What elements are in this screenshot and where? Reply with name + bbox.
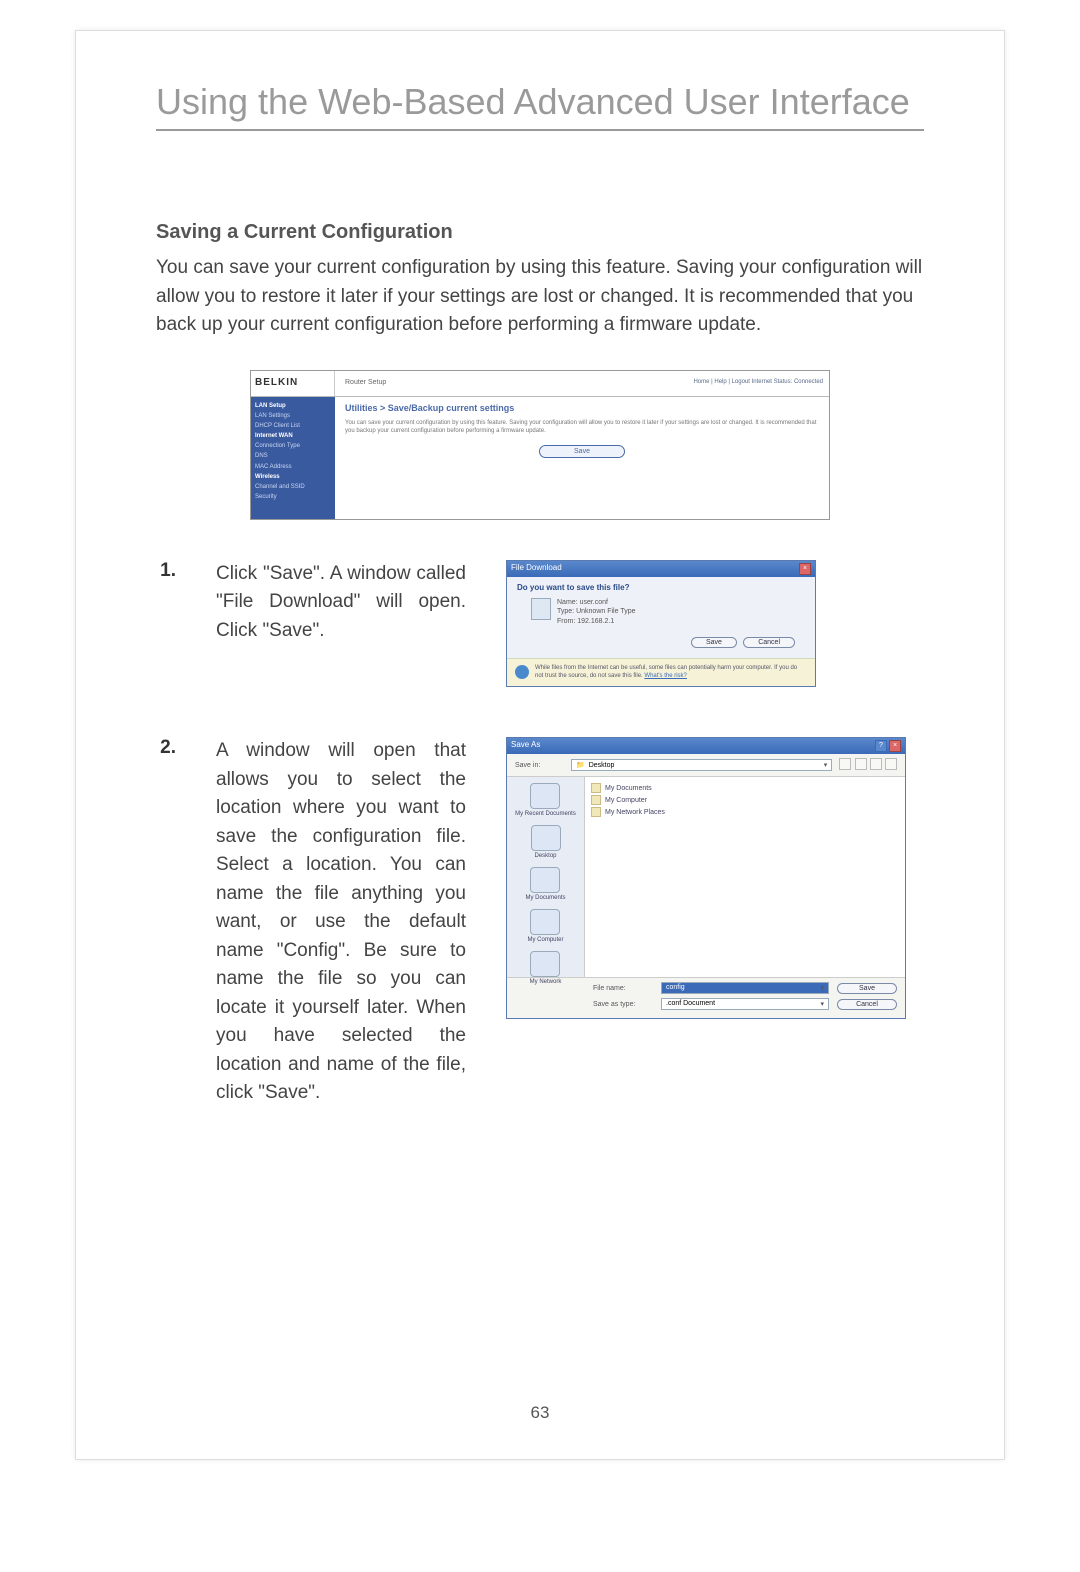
computer-icon [530,909,560,935]
cancel-button[interactable]: Cancel [837,999,897,1010]
place-recent[interactable]: My Recent Documents [515,783,576,817]
file-name-label: Name: [557,599,578,606]
sidebar-item[interactable]: Wireless [255,472,331,482]
folder-icon: 📁 [576,761,585,769]
folder-icon [530,867,560,893]
dialog-title: File Download [511,563,562,575]
intro-paragraph: You can save your current configuration … [156,254,924,340]
help-icon[interactable]: ? [875,740,887,752]
page-number: 63 [76,1403,1004,1423]
sidebar-item[interactable]: MAC Address [255,462,331,472]
page-title-banner: Using the Web-Based Advanced User Interf… [156,81,924,131]
sidebar-item[interactable]: Connection Type [255,441,331,451]
save-button[interactable]: Save [837,983,897,994]
savetype-label: Save as type: [593,1001,653,1008]
views-icon[interactable] [885,758,897,770]
dialog-warning-link[interactable]: What's the risk? [644,673,687,679]
brand-logo: BELKIN [251,371,335,396]
list-item[interactable]: My Network Places [591,807,899,817]
folder-icon [530,783,560,809]
file-download-dialog: File Download × Do you want to save this… [506,560,816,688]
filename-label: File name: [593,985,653,992]
close-icon[interactable]: × [799,563,811,575]
router-page-desc: You can save your current configuration … [345,419,819,436]
file-name-value: user.conf [580,599,608,606]
place-network[interactable]: My Network [530,951,562,985]
file-type-value: Unknown File Type [576,608,635,615]
router-header-center: Router Setup [335,371,687,396]
sidebar-item[interactable]: LAN Settings [255,411,331,421]
computer-icon [591,795,601,805]
sidebar-item[interactable]: DHCP Client List [255,421,331,431]
info-icon [515,665,529,679]
dialog-question: Do you want to save this file? [517,583,805,592]
network-icon [530,951,560,977]
dialog-title: Save As [511,740,540,752]
router-save-button[interactable]: Save [539,445,625,458]
step-number: 1. [156,560,176,582]
file-icon [531,598,551,620]
router-ui-screenshot: BELKIN Router Setup Home | Help | Logout… [250,370,830,520]
router-sidebar: LAN Setup LAN Settings DHCP Client List … [251,397,335,519]
sidebar-item[interactable]: Internet WAN [255,431,331,441]
file-list[interactable]: My Documents My Computer My Network Plac… [585,777,905,977]
sidebar-item[interactable]: LAN Setup [255,401,331,411]
sidebar-item[interactable]: DNS [255,451,331,461]
savetype-field[interactable]: .conf Document▾ [661,998,829,1010]
newfolder-icon[interactable] [870,758,882,770]
close-icon[interactable]: × [889,740,901,752]
place-documents[interactable]: My Documents [525,867,565,901]
save-as-dialog: Save As ? × Save in: 📁 Desktop ▾ [506,737,906,1019]
places-bar: My Recent Documents Desktop My Documents… [507,777,585,977]
back-icon[interactable] [839,758,851,770]
router-header-right: Home | Help | Logout Internet Status: Co… [687,371,829,396]
chevron-down-icon: ▾ [820,984,824,992]
dialog-cancel-button[interactable]: Cancel [743,637,795,648]
place-computer[interactable]: My Computer [527,909,563,943]
network-icon [591,807,601,817]
sidebar-item[interactable]: Security [255,492,331,502]
list-item[interactable]: My Computer [591,795,899,805]
savein-label: Save in: [515,762,565,769]
section-heading: Saving a Current Configuration [156,221,924,244]
file-from-value: 192.168.2.1 [577,618,614,625]
document-page: Using the Web-Based Advanced User Interf… [75,30,1005,1460]
savein-value: Desktop [589,762,615,769]
toolbar-icons [838,758,897,772]
step-text: Click "Save". A window called "File Down… [216,560,466,646]
up-icon[interactable] [855,758,867,770]
desktop-icon [531,825,561,851]
folder-icon [591,783,601,793]
dialog-save-button[interactable]: Save [691,637,737,648]
sidebar-item[interactable]: Channel and SSID [255,482,331,492]
file-from-label: From: [557,618,575,625]
place-desktop[interactable]: Desktop [531,825,561,859]
router-page-heading: Utilities > Save/Backup current settings [345,403,819,413]
savein-combo[interactable]: 📁 Desktop ▾ [571,759,832,771]
step-number: 2. [156,737,176,759]
filename-field[interactable]: config▾ [661,982,829,994]
list-item[interactable]: My Documents [591,783,899,793]
chevron-down-icon: ▾ [820,1000,824,1008]
step-text: A window will open that allows you to se… [216,737,466,1108]
chevron-down-icon: ▾ [824,761,828,769]
file-type-label: Type: [557,608,574,615]
